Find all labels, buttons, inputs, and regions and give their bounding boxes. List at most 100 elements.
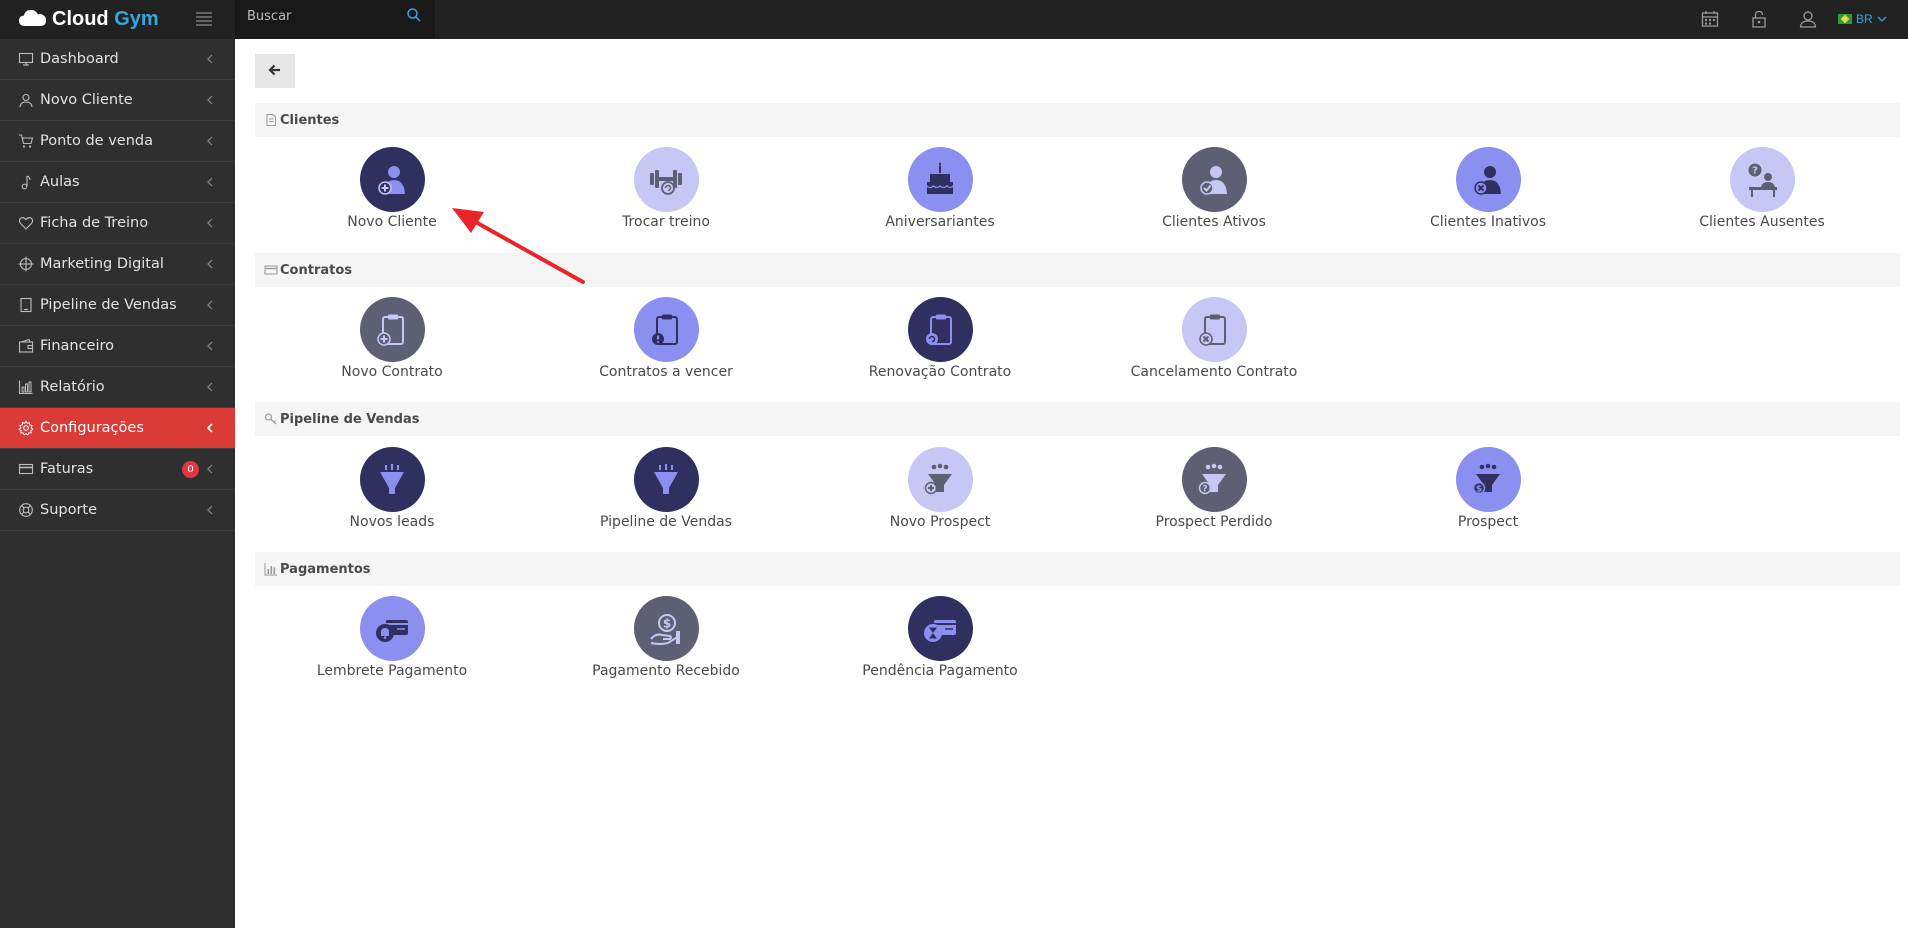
- chevron-left-icon: [206, 299, 214, 311]
- credit-card-icon: [18, 461, 34, 477]
- sidebar-item-label: Ponto de venda: [40, 133, 153, 149]
- chevron-left-icon: [206, 217, 214, 229]
- chevron-left-icon: [206, 340, 214, 352]
- sidebar-item-dashboard[interactable]: Dashboard: [0, 39, 235, 80]
- tile-trocar-treino[interactable]: Trocar treino: [566, 147, 766, 230]
- tile-pipeline-de-vendas[interactable]: Pipeline de Vendas: [566, 447, 766, 530]
- tile-clientes-inativos[interactable]: Clientes Inativos: [1388, 147, 1588, 230]
- sidebar-item-aulas[interactable]: Aulas: [0, 162, 235, 203]
- user-question-desk-icon: ?: [1729, 147, 1795, 212]
- gear-icon: [18, 420, 34, 436]
- clipboard-add-icon: [359, 297, 425, 362]
- sidebar-item-pipeline-de-vendas[interactable]: Pipeline de Vendas: [0, 285, 235, 326]
- tile-label: Novo Contrato: [341, 364, 443, 380]
- chevron-left-icon: [206, 94, 214, 106]
- sidebar-item-configuracoes[interactable]: Configurações: [0, 408, 235, 449]
- card-bell-icon: [359, 596, 425, 661]
- chevron-down-icon: [1877, 12, 1887, 26]
- section-header-clientes: Clientes: [255, 103, 1900, 137]
- tablet-icon: [18, 297, 34, 313]
- birthday-cake-icon: [907, 147, 973, 212]
- arrow-left-icon: [268, 63, 282, 80]
- tile-pendencia-pagamento[interactable]: Pendência Pagamento: [840, 596, 1040, 679]
- sidebar-item-novo-cliente[interactable]: Novo Cliente: [0, 80, 235, 121]
- credit-card-icon: [264, 263, 278, 277]
- search-input[interactable]: [247, 0, 407, 33]
- cloud-icon: [18, 8, 48, 32]
- sidebar-item-label: Marketing Digital: [40, 256, 164, 272]
- sidebar-item-label: Suporte: [40, 502, 98, 518]
- sidebar-item-financeiro[interactable]: Financeiro: [0, 326, 235, 367]
- svg-text:?: ?: [1752, 165, 1758, 176]
- document-icon: [264, 113, 278, 127]
- sidebar-item-ficha-de-treino[interactable]: Ficha de Treino: [0, 203, 235, 244]
- tile-label: Cancelamento Contrato: [1130, 364, 1298, 380]
- tile-contratos-a-vencer[interactable]: Contratos a vencer: [566, 297, 766, 380]
- chevron-left-icon: [206, 463, 214, 475]
- sidebar-item-suporte[interactable]: Suporte: [0, 490, 235, 531]
- tile-prospect[interactable]: $ Prospect: [1388, 447, 1588, 530]
- brand-name: Cloud Gym: [52, 8, 159, 31]
- sidebar-item-ponto-de-venda[interactable]: Ponto de venda: [0, 121, 235, 162]
- sidebar-item-marketing-digital[interactable]: Marketing Digital: [0, 244, 235, 285]
- sidebar-item-label: Relatório: [40, 379, 105, 395]
- chevron-left-icon: [206, 504, 214, 516]
- section-title: Pagamentos: [280, 561, 371, 577]
- heart-icon: [18, 215, 34, 231]
- tile-label: Novo Prospect: [889, 514, 991, 530]
- brand-logo[interactable]: Cloud Gym: [18, 0, 159, 39]
- tile-label: Clientes Ausentes: [1699, 214, 1825, 230]
- calendar-icon[interactable]: [1700, 9, 1720, 29]
- user-icon[interactable]: [1798, 9, 1818, 29]
- tile-label: Pipeline de Vendas: [600, 514, 732, 530]
- clipboard-cancel-icon: [1181, 297, 1247, 362]
- tile-renovacao-contrato[interactable]: Renovação Contrato: [840, 297, 1040, 380]
- tile-pagamento-recebido[interactable]: $ Pagamento Recebido: [566, 596, 766, 679]
- tile-clientes-ativos[interactable]: Clientes Ativos: [1114, 147, 1314, 230]
- back-button[interactable]: [255, 54, 295, 88]
- tile-lembrete-pagamento[interactable]: Lembrete Pagamento: [292, 596, 492, 679]
- clipboard-alert-icon: [633, 297, 699, 362]
- search-box: [235, 0, 435, 39]
- lock-icon[interactable]: [1749, 9, 1769, 29]
- chevron-left-icon: [206, 422, 214, 434]
- tile-novo-cliente[interactable]: Novo Cliente: [292, 147, 492, 230]
- language-code: BR: [1856, 12, 1873, 26]
- section-title: Clientes: [280, 112, 340, 128]
- section-title: Contratos: [280, 262, 353, 278]
- language-selector[interactable]: BR: [1838, 9, 1887, 29]
- tile-novos-leads[interactable]: Novos leads: [292, 447, 492, 530]
- tile-label: Novo Cliente: [347, 214, 437, 230]
- tile-novo-prospect[interactable]: Novo Prospect: [840, 447, 1040, 530]
- svg-text:$: $: [1476, 484, 1482, 494]
- section-header-contratos: Contratos: [255, 253, 1900, 287]
- menu-toggle-icon[interactable]: [194, 9, 214, 29]
- chevron-left-icon: [206, 53, 214, 65]
- tile-label: Prospect: [1457, 514, 1519, 530]
- svg-text:$: $: [663, 616, 671, 630]
- svg-text:?: ?: [1202, 484, 1207, 494]
- lifebuoy-icon: [18, 502, 34, 518]
- tile-aniversariantes[interactable]: Aniversariantes: [840, 147, 1040, 230]
- crosshair-icon: [18, 256, 34, 272]
- sidebar-item-label: Aulas: [40, 174, 80, 190]
- clipboard-renew-icon: [907, 297, 973, 362]
- brand-name-part1: Cloud: [52, 8, 109, 30]
- funnel-question-icon: ?: [1181, 447, 1247, 512]
- tile-label: Prospect Perdido: [1155, 514, 1273, 530]
- tile-label: Renovação Contrato: [868, 364, 1012, 380]
- sidebar-item-faturas[interactable]: Faturas 0: [0, 449, 235, 490]
- sidebar-item-relatorio[interactable]: Relatório: [0, 367, 235, 408]
- tile-label: Novos leads: [349, 514, 435, 530]
- brand-name-part2: Gym: [114, 8, 159, 30]
- tile-prospect-perdido[interactable]: ? Prospect Perdido: [1114, 447, 1314, 530]
- tile-novo-contrato[interactable]: Novo Contrato: [292, 297, 492, 380]
- sidebar-item-label: Pipeline de Vendas: [40, 297, 177, 313]
- tile-label: Aniversariantes: [885, 214, 995, 230]
- tile-clientes-ausentes[interactable]: ? Clientes Ausentes: [1662, 147, 1862, 230]
- tile-cancelamento-contrato[interactable]: Cancelamento Contrato: [1114, 297, 1314, 380]
- sidebar-item-label: Dashboard: [40, 51, 119, 67]
- chevron-left-icon: [206, 258, 214, 270]
- chevron-left-icon: [206, 176, 214, 188]
- search-icon[interactable]: [406, 7, 422, 23]
